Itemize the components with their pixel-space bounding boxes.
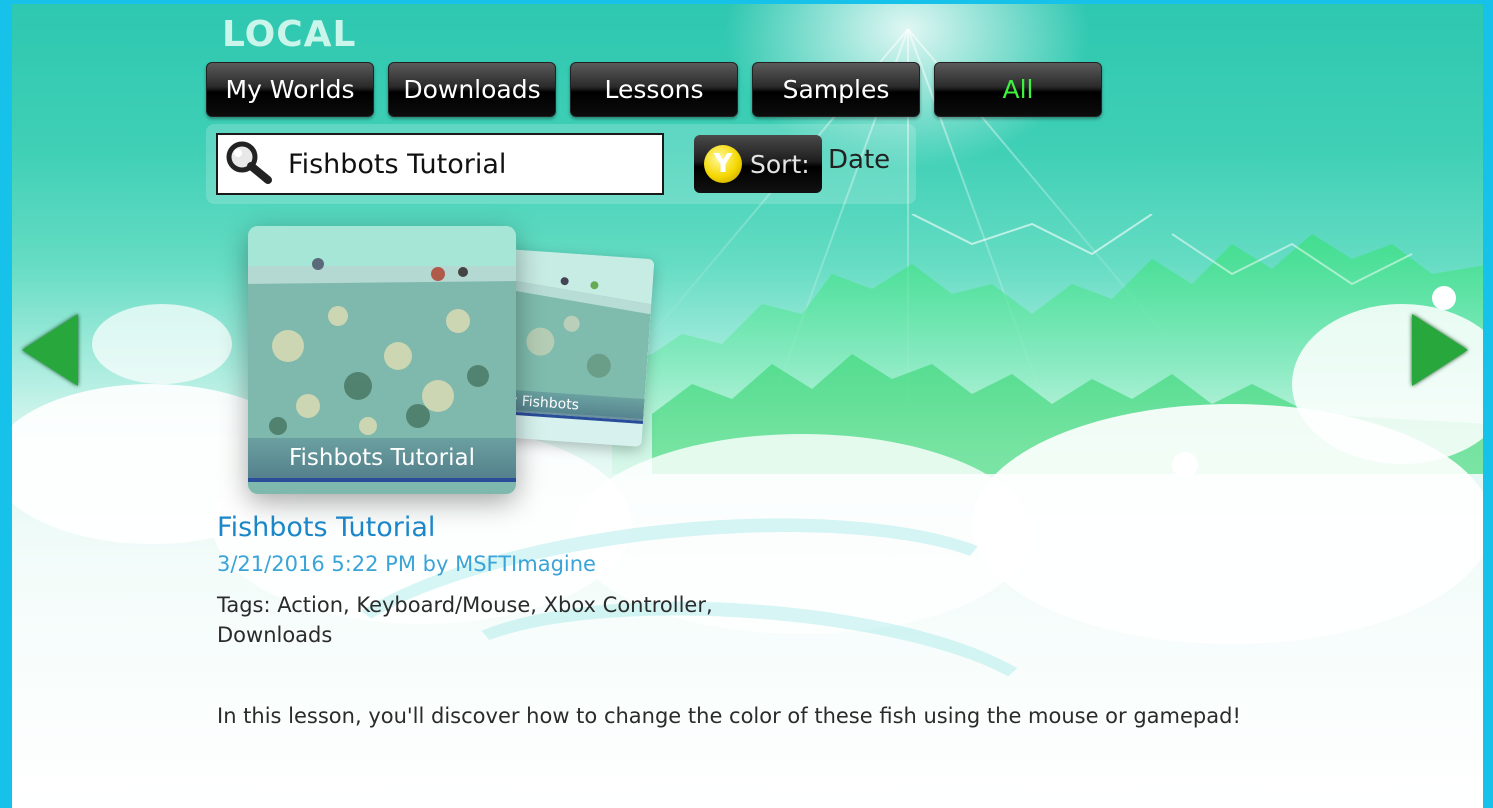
- search-icon: [222, 138, 278, 190]
- tab-all[interactable]: All: [934, 62, 1102, 117]
- tab-lessons[interactable]: Lessons: [570, 62, 738, 117]
- tab-downloads[interactable]: Downloads: [388, 62, 556, 117]
- arrow-right-icon[interactable]: [1412, 314, 1468, 386]
- main-screen: LOCAL My Worlds Downloads Lessons Sample…: [12, 4, 1483, 808]
- tab-samples[interactable]: Samples: [752, 62, 920, 117]
- world-tags: Tags: Action, Keyboard/Mouse, Xbox Contr…: [217, 590, 737, 650]
- search-box[interactable]: [216, 133, 664, 195]
- world-title: Fishbots Tutorial: [217, 512, 436, 543]
- tab-my-worlds[interactable]: My Worlds: [206, 62, 374, 117]
- arrow-left-icon[interactable]: [22, 314, 78, 386]
- world-card-next[interactable]: by Fishbots: [493, 249, 655, 447]
- y-button-icon: Y: [704, 145, 742, 183]
- world-card-selected[interactable]: Fishbots Tutorial: [248, 226, 516, 494]
- section-heading: LOCAL: [222, 14, 357, 55]
- sort-button[interactable]: Y Sort:: [694, 135, 822, 193]
- world-description: In this lesson, you'll discover how to c…: [217, 704, 1241, 728]
- search-input[interactable]: [278, 139, 638, 189]
- sort-label: Sort:: [750, 149, 810, 179]
- category-tabs: My Worlds Downloads Lessons Samples All: [206, 62, 1102, 117]
- world-tags-line: Tags: Action, Keyboard/Mouse, Xbox Contr…: [217, 593, 713, 617]
- world-meta: 3/21/2016 5:22 PM by MSFTImagine: [217, 552, 596, 576]
- sort-value: Date: [828, 145, 891, 175]
- world-card-caption: Fishbots Tutorial: [248, 438, 516, 482]
- world-tags-line: Downloads: [217, 623, 333, 647]
